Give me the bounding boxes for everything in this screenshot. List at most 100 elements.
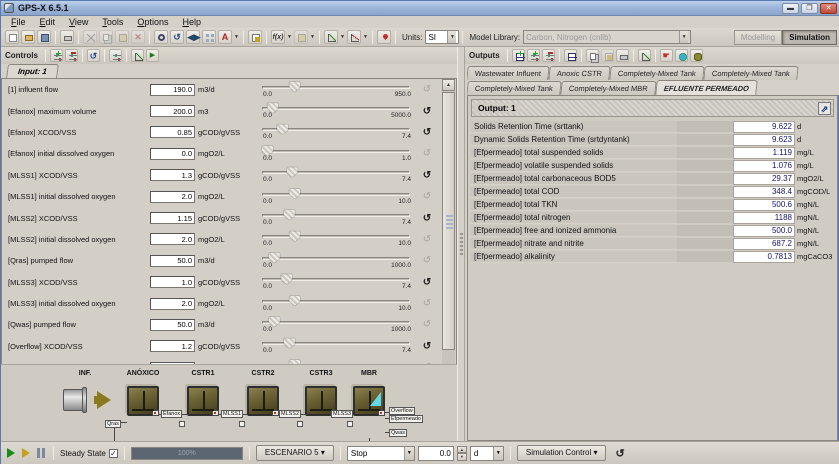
link-icon[interactable] (294, 30, 308, 44)
influent-pipe[interactable] (63, 389, 85, 411)
menu-options[interactable]: Options (131, 17, 174, 27)
time-unit-select[interactable]: d▼ (470, 446, 504, 461)
slider-thumb-icon[interactable] (284, 338, 295, 348)
plot-icon[interactable] (347, 30, 361, 44)
tab-wastewater-influent[interactable]: Wastewater Influent (467, 66, 550, 80)
control-slider[interactable]: 0.010.0 (262, 295, 412, 313)
control-value-input[interactable] (150, 255, 195, 267)
scrollbar-thumb[interactable] (442, 92, 455, 350)
reset-control-icon[interactable]: ↺ (420, 319, 434, 330)
open-icon[interactable] (21, 30, 35, 44)
time-down-icon[interactable]: ▼ (457, 453, 467, 461)
analyze-icon[interactable] (131, 49, 144, 62)
control-value-input[interactable] (150, 340, 195, 352)
control-slider[interactable]: 0.01.0 (262, 145, 412, 163)
scroll-up-icon[interactable]: ▲ (442, 79, 455, 91)
copy-icon[interactable] (99, 30, 113, 44)
tank-cstr1[interactable] (187, 386, 219, 416)
compare-icon[interactable]: ◀▶ (186, 30, 200, 44)
slider-thumb-icon[interactable] (289, 231, 300, 241)
model-library-dropdown-icon[interactable]: ▼ (679, 31, 688, 43)
edit-output-icon[interactable] (601, 49, 614, 62)
simulation-button[interactable]: Simulation (782, 30, 837, 45)
slider-thumb-icon[interactable] (287, 167, 298, 177)
control-value-input[interactable] (150, 126, 195, 138)
control-value-input[interactable] (150, 298, 195, 310)
simulation-control-button[interactable]: Simulation Control ▾ (517, 445, 607, 461)
add-output-icon[interactable] (527, 49, 540, 62)
stop-dropdown-icon[interactable]: ▼ (404, 447, 414, 460)
control-slider[interactable]: 0.07.4 (262, 273, 412, 291)
reset-control-icon[interactable]: ↺ (420, 127, 434, 138)
remove-control-icon[interactable] (65, 49, 78, 62)
slider-track[interactable] (262, 257, 410, 260)
tab-input-1[interactable]: Input: 1 (6, 64, 59, 78)
control-slider[interactable]: 0.01000.0 (262, 252, 412, 270)
control-value-input[interactable] (150, 319, 195, 331)
tab-completely-mixed-tank[interactable]: Completely-Mixed Tank (467, 81, 562, 95)
reset-control-icon[interactable]: ↺ (420, 213, 434, 224)
reset-control-icon[interactable]: ↺ (420, 170, 434, 181)
slider-track[interactable] (262, 86, 410, 89)
function-icon[interactable]: f(x) (271, 30, 285, 44)
delete-icon[interactable]: ✕ (131, 30, 145, 44)
slider-track[interactable] (262, 107, 410, 110)
stream-label-mlss2[interactable]: MLSS2 (279, 410, 301, 418)
print-icon[interactable] (60, 30, 74, 44)
control-slider[interactable]: 0.07.4 (262, 123, 412, 141)
expand-icon[interactable]: ⇗ (818, 102, 831, 115)
slider-track[interactable] (262, 321, 410, 324)
cut-icon[interactable] (83, 30, 97, 44)
minimize-button[interactable]: ▬ (782, 3, 799, 14)
slider-thumb-icon[interactable] (284, 210, 295, 220)
tank-cstr2[interactable] (247, 386, 279, 416)
database-icon[interactable] (690, 49, 703, 62)
control-slider[interactable]: 0.0950.0 (262, 81, 412, 99)
slider-track[interactable] (262, 300, 410, 303)
stream-label-efanox[interactable]: Efanox (161, 410, 182, 418)
units-dropdown-icon[interactable]: ▼ (447, 31, 456, 43)
tab-efluente-permeado[interactable]: EFLUENTE PERMEADO (655, 80, 758, 95)
menu-file[interactable]: File (5, 17, 32, 27)
stream-label-mlss1[interactable]: MLSS1 (221, 410, 243, 418)
new-icon[interactable] (5, 30, 19, 44)
define-outputs-icon[interactable] (512, 49, 525, 62)
stream-label-qras[interactable]: Qras (105, 420, 121, 428)
slider-thumb-icon[interactable] (277, 124, 288, 134)
restore-button[interactable]: ❐ (801, 3, 818, 14)
control-value-input[interactable] (150, 105, 195, 117)
reset-control-icon[interactable]: ↺ (420, 234, 434, 245)
slider-track[interactable] (262, 193, 410, 196)
time-stepper[interactable]: ▲▼ (457, 446, 467, 461)
slider-track[interactable] (262, 235, 410, 238)
control-slider[interactable]: 0.07.4 (262, 337, 412, 355)
menu-view[interactable]: View (63, 17, 94, 27)
control-value-input[interactable] (150, 191, 195, 203)
locator-icon[interactable] (377, 30, 391, 44)
control-value-input[interactable] (150, 169, 195, 181)
reset-control-icon[interactable]: ↺ (420, 191, 434, 202)
control-value-input[interactable] (150, 212, 195, 224)
reset-control-icon[interactable]: ↺ (420, 106, 434, 117)
output-graph-icon[interactable] (638, 49, 651, 62)
font-color-dropdown-icon[interactable]: ▼ (233, 34, 240, 40)
pointer-icon[interactable]: ☛ (660, 49, 673, 62)
model-library-select[interactable]: Carbon, Nitrogen (cnlib) ▼ (523, 30, 691, 44)
reset-control-icon[interactable]: ↺ (420, 148, 434, 159)
close-button[interactable]: ✕ (820, 3, 837, 14)
tab-completely-mixed-tank[interactable]: Completely-Mixed Tank (703, 66, 798, 80)
copy-output-icon[interactable] (586, 49, 599, 62)
run-scenario-icon[interactable]: ▶ (146, 49, 159, 62)
layout-grid-icon[interactable] (202, 30, 216, 44)
control-slider[interactable]: 0.07.4 (262, 166, 412, 184)
stream-label-overflow[interactable]: Overflow (389, 407, 415, 415)
link-dropdown-icon[interactable]: ▼ (309, 34, 316, 40)
time-up-icon[interactable]: ▲ (457, 446, 467, 454)
function-dropdown-icon[interactable]: ▼ (286, 34, 293, 40)
reset-simulation-icon[interactable]: ↺ (615, 447, 624, 460)
tab-completely-mixed-tank[interactable]: Completely-Mixed Tank (609, 66, 704, 80)
add-control-icon[interactable] (50, 49, 63, 62)
stop-select[interactable]: Stop▼ (347, 446, 415, 461)
control-slider[interactable]: 0.01000.0 (262, 316, 412, 334)
panel-splitter[interactable] (457, 47, 465, 441)
